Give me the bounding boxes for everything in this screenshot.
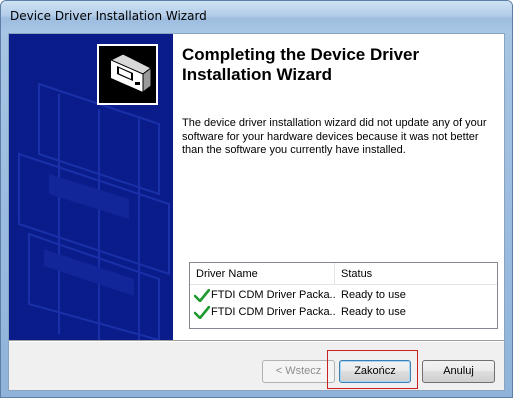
driver-list-row[interactable]: FTDI CDM Driver Packa... Ready to use [190,287,497,304]
driver-list[interactable]: Driver Name Status FTDI CDM Driver Packa… [189,262,498,329]
driver-list-row[interactable]: FTDI CDM Driver Packa... Ready to use [190,304,497,321]
title-bar[interactable]: Device Driver Installation Wizard [1,1,512,33]
wizard-banner [9,34,173,340]
button-area-divider [9,340,504,342]
driver-status: Ready to use [341,289,406,301]
column-header-driver-name[interactable]: Driver Name [190,263,335,285]
result-description: The device driver installation wizard di… [182,117,487,156]
page-title: Completing the Device Driver Installatio… [182,45,420,84]
column-header-status[interactable]: Status [335,263,497,285]
checkmark-icon [194,289,210,302]
cancel-button[interactable]: Anuluj [422,360,495,383]
window-title: Device Driver Installation Wizard [10,9,207,23]
wizard-client-area: Completing the Device Driver Installatio… [8,33,505,391]
driver-list-header: Driver Name Status [190,263,497,285]
back-button[interactable]: < Wstecz [262,360,335,383]
finish-button[interactable]: Zakończ [339,360,411,383]
checkmark-icon [194,306,210,319]
driver-name: FTDI CDM Driver Packa... [211,306,335,318]
driver-name: FTDI CDM Driver Packa... [211,289,335,301]
wizard-logo-icon [97,44,158,105]
wizard-content: Completing the Device Driver Installatio… [173,34,504,340]
wizard-window: Device Driver Installation Wizard Comple… [0,0,513,398]
driver-status: Ready to use [341,306,406,318]
